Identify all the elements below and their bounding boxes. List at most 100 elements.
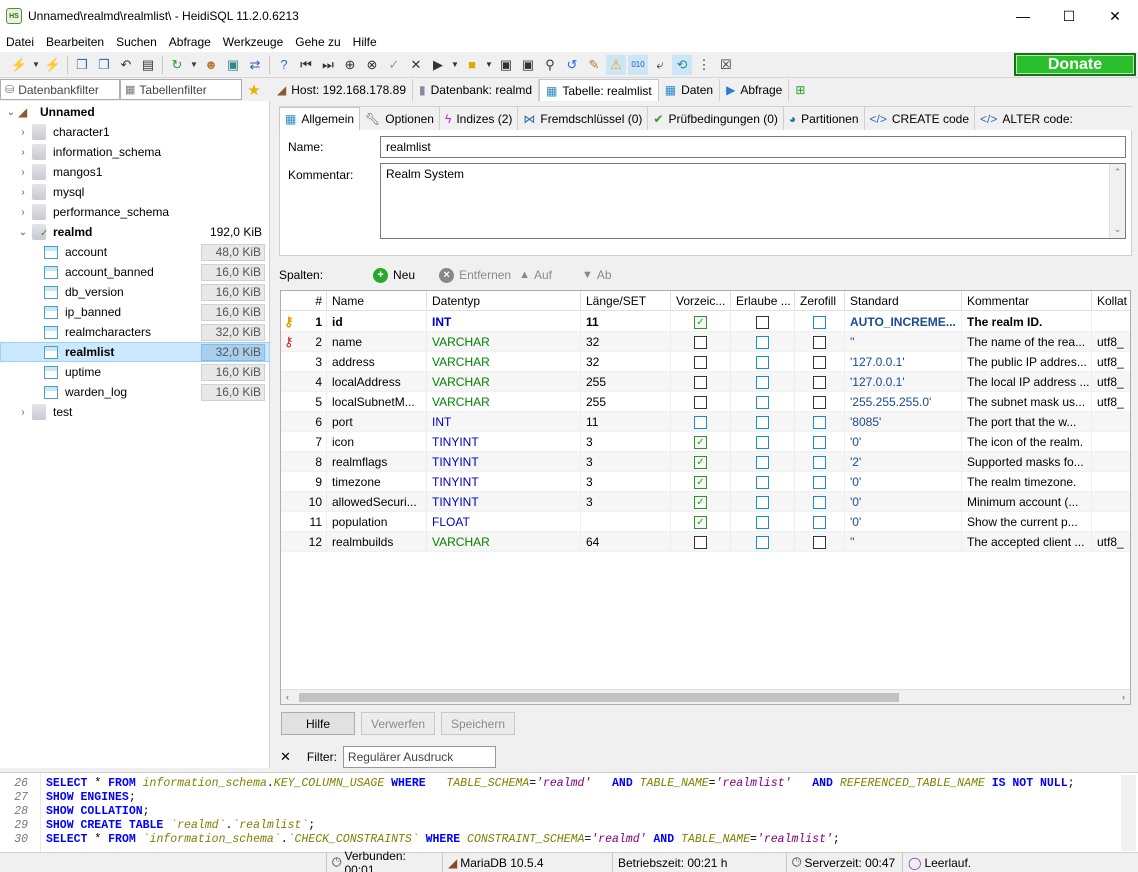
sql-log-panel[interactable]: 26 SELECT * FROM information_schema.KEY_… <box>0 772 1138 853</box>
header-comment[interactable]: Kommentar <box>962 291 1092 311</box>
menu-hilfe[interactable]: Hilfe <box>347 35 383 49</box>
cell-number[interactable]: 6 <box>281 412 327 432</box>
cell-name[interactable]: icon <box>327 432 427 452</box>
check-icon[interactable]: ✓ <box>384 55 404 75</box>
cell-allow-null[interactable] <box>731 412 795 432</box>
move-up-button[interactable]: ▲ Auf <box>519 268 552 282</box>
cell-length[interactable]: 255 <box>581 372 671 392</box>
tab-partitions[interactable]: ◕ Partitionen <box>784 107 865 130</box>
more-icon[interactable]: ⋮ <box>694 55 714 75</box>
tree-item-database[interactable]: › mangos1 <box>0 162 270 182</box>
add-column-button[interactable]: + Neu <box>373 267 415 283</box>
table-row[interactable]: 4 localAddress VARCHAR 255 '127.0.0.1' The lo… <box>281 372 1130 392</box>
remove-column-button[interactable]: × Entfernen <box>439 267 511 283</box>
cell-collation[interactable] <box>1092 472 1130 492</box>
cell-unsigned[interactable]: ✓ <box>671 512 731 532</box>
cell-comment[interactable]: Show the current p... <box>962 512 1092 532</box>
cell-datatype[interactable]: VARCHAR <box>427 352 581 372</box>
replace-icon[interactable]: ↺ <box>562 55 582 75</box>
cell-allow-null[interactable] <box>731 332 795 352</box>
tree-item-table[interactable]: account_banned 16,0 KiB <box>0 262 270 282</box>
wrap-icon[interactable]: ⤶ <box>650 55 670 75</box>
header-number[interactable]: # <box>281 291 327 311</box>
cell-length[interactable]: 32 <box>581 332 671 352</box>
cell-length[interactable]: 3 <box>581 452 671 472</box>
cell-zerofill[interactable] <box>795 472 845 492</box>
minimize-button[interactable]: — <box>1000 0 1046 32</box>
tab-alter-code[interactable]: </> ALTER code: <box>975 107 1078 130</box>
remove-icon[interactable]: ⊗ <box>362 55 382 75</box>
cell-length[interactable]: 64 <box>581 532 671 552</box>
cell-number[interactable]: 5 <box>281 392 327 412</box>
cell-unsigned[interactable]: ✓ <box>671 452 731 472</box>
cell-name[interactable]: allowedSecuri... <box>327 492 427 512</box>
close-button[interactable]: ✕ <box>1092 0 1138 32</box>
close-tab-icon[interactable]: ☒ <box>716 55 736 75</box>
cell-length[interactable]: 255 <box>581 392 671 412</box>
cell-number[interactable]: ⚷ 1 <box>281 312 327 332</box>
users-icon[interactable]: ☻ <box>201 55 221 75</box>
chevron-down-icon[interactable]: ⌄ <box>6 107 16 118</box>
table-row[interactable]: ⚷ 1 id INT 11 ✓ AUTO_INCREME... The realm ID. <box>281 312 1130 332</box>
cell-allow-null[interactable] <box>731 372 795 392</box>
cell-number[interactable]: ⚷ 2 <box>281 332 327 352</box>
cell-collation[interactable] <box>1092 492 1130 512</box>
cell-unsigned[interactable]: ✓ <box>671 492 731 512</box>
cell-default[interactable]: '' <box>845 532 962 552</box>
cell-unsigned[interactable] <box>671 412 731 432</box>
tab-checks[interactable]: ✔ Prüfbedingungen (0) <box>648 107 784 130</box>
cell-name[interactable]: timezone <box>327 472 427 492</box>
checkbox-icon[interactable] <box>756 435 769 449</box>
cell-collation[interactable]: utf8_ <box>1092 372 1130 392</box>
cell-default[interactable]: '255.255.255.0' <box>845 392 962 412</box>
checkbox-icon[interactable] <box>813 395 826 409</box>
database-filter-input[interactable]: ⛁ Datenbankfilter <box>0 79 120 100</box>
dropdown-arrow-icon[interactable]: ▼ <box>450 55 460 75</box>
cell-collation[interactable]: utf8_ <box>1092 532 1130 552</box>
cell-collation[interactable]: utf8_ <box>1092 332 1130 352</box>
cell-collation[interactable] <box>1092 312 1130 332</box>
favorites-star-icon[interactable]: ★ <box>242 79 266 101</box>
cell-default[interactable]: '0' <box>845 512 962 532</box>
checkbox-icon[interactable] <box>756 335 769 349</box>
checkbox-icon[interactable] <box>813 495 826 509</box>
cell-collation[interactable] <box>1092 432 1130 452</box>
checkbox-icon[interactable] <box>694 355 707 369</box>
cell-name[interactable]: name <box>327 332 427 352</box>
tree-item-database[interactable]: › information_schema <box>0 142 270 162</box>
cell-default[interactable]: '0' <box>845 492 962 512</box>
cell-number[interactable]: 7 <box>281 432 327 452</box>
checkbox-icon[interactable] <box>694 415 707 429</box>
checkbox-icon[interactable] <box>694 375 707 389</box>
checkbox-icon[interactable] <box>756 515 769 529</box>
last-icon[interactable]: ⏭ <box>318 55 338 75</box>
checkbox-icon[interactable] <box>756 395 769 409</box>
checkbox-checked-icon[interactable]: ✓ <box>694 315 707 329</box>
scroll-right-icon[interactable]: › <box>1122 690 1125 705</box>
chevron-right-icon[interactable]: › <box>18 147 28 158</box>
cell-length[interactable]: 3 <box>581 492 671 512</box>
cell-allow-null[interactable] <box>731 432 795 452</box>
maximize-button[interactable]: ☐ <box>1046 0 1092 32</box>
undo-icon[interactable]: ↶ <box>116 55 136 75</box>
tree-item-root[interactable]: ⌄ ◢ Unnamed <box>0 102 270 122</box>
cell-name[interactable]: realmflags <box>327 452 427 472</box>
menu-bearbeiten[interactable]: Bearbeiten <box>40 35 110 49</box>
cell-allow-null[interactable] <box>731 352 795 372</box>
tab-host[interactable]: ◢ Host: 192.168.178.89 <box>271 79 413 101</box>
cell-name[interactable]: localSubnetM... <box>327 392 427 412</box>
cell-zerofill[interactable] <box>795 532 845 552</box>
checkbox-icon[interactable] <box>756 415 769 429</box>
copy-icon[interactable]: ❐ <box>72 55 92 75</box>
cell-comment[interactable]: The subnet mask us... <box>962 392 1092 412</box>
cell-length[interactable]: 11 <box>581 412 671 432</box>
cell-zerofill[interactable] <box>795 512 845 532</box>
tab-create-code[interactable]: </> CREATE code <box>865 107 976 130</box>
tree-item-database[interactable]: › character1 <box>0 122 270 142</box>
cell-allow-null[interactable] <box>731 452 795 472</box>
header-allow-null[interactable]: Erlaube ... <box>731 291 795 311</box>
cell-allow-null[interactable] <box>731 312 795 332</box>
export-icon[interactable]: ▣ <box>223 55 243 75</box>
warning-icon[interactable]: ⚠ <box>606 54 626 75</box>
cell-name[interactable]: localAddress <box>327 372 427 392</box>
